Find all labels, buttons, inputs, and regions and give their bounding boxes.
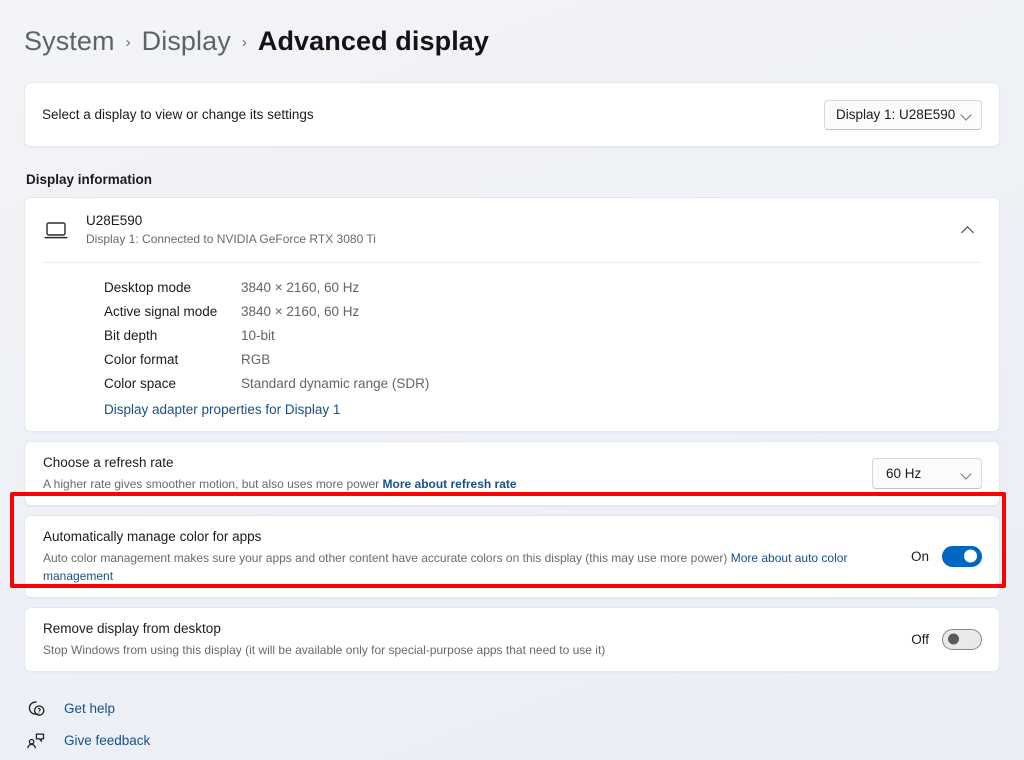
refresh-rate-value: 60 Hz [886, 465, 922, 481]
more-about-refresh-rate-link[interactable]: More about refresh rate [383, 477, 517, 491]
auto-color-control: On [909, 545, 982, 567]
breadcrumb-separator-icon: › [241, 34, 247, 51]
remove-display-description: Stop Windows from using this display (it… [43, 642, 606, 657]
chevron-up-icon[interactable] [954, 216, 982, 244]
detail-value: 3840 × 2160, 60 Hz [241, 304, 360, 319]
auto-color-title: Automatically manage color for apps [43, 528, 262, 544]
detail-label: Desktop mode [104, 280, 192, 295]
breadcrumb-separator-icon: › [125, 34, 131, 51]
display-selector-card: Select a display to view or change its s… [24, 82, 1000, 147]
refresh-rate-text: Choose a refresh rate A higher rate give… [43, 454, 872, 493]
detail-row-color-format: Color format RGB [104, 348, 999, 372]
display-adapter-properties-link[interactable]: Display adapter properties for Display 1 [104, 402, 340, 417]
auto-color-toggle[interactable] [942, 545, 982, 567]
detail-value: RGB [241, 352, 271, 367]
auto-color-toggle-state-label: On [910, 548, 929, 564]
chevron-down-icon [961, 468, 972, 479]
remove-display-toggle[interactable] [942, 628, 982, 650]
display-selector-dropdown[interactable]: Display 1: U28E590 [824, 99, 982, 130]
remove-display-setting: Remove display from desktop Stop Windows… [24, 606, 1000, 672]
feedback-person-icon [26, 731, 46, 751]
give-feedback-link[interactable]: Give feedback [64, 733, 150, 748]
detail-row-color-space: Color space Standard dynamic range (SDR) [104, 372, 999, 396]
auto-color-description: Auto color management makes sure your ap… [43, 549, 891, 585]
auto-color-management-setting: Automatically manage color for apps Auto… [24, 514, 1000, 598]
give-feedback-row[interactable]: Give feedback [26, 725, 1000, 757]
auto-color-description-text: Auto color management makes sure your ap… [43, 550, 728, 565]
get-help-link[interactable]: Get help [64, 701, 115, 716]
refresh-rate-setting: Choose a refresh rate A higher rate give… [24, 441, 1000, 506]
detail-value: Standard dynamic range (SDR) [241, 376, 430, 391]
breadcrumb-item-system[interactable]: System [24, 26, 115, 57]
display-name: U28E590 [86, 212, 143, 228]
detail-label: Bit depth [104, 328, 158, 343]
detail-label: Color format [104, 352, 179, 367]
detail-row-active-signal-mode: Active signal mode 3840 × 2160, 60 Hz [104, 300, 999, 324]
auto-color-text: Automatically manage color for apps Auto… [43, 528, 909, 585]
breadcrumb: System › Display › Advanced display [24, 0, 1000, 82]
detail-row-bit-depth: Bit depth 10-bit [104, 324, 999, 348]
display-information-heading: Display information [26, 172, 153, 187]
detail-row-desktop-mode: Desktop mode 3840 × 2160, 60 Hz [104, 276, 999, 300]
advanced-display-page: System › Display › Advanced display Sele… [0, 0, 1024, 760]
display-information-card: U28E590 Display 1: Connected to NVIDIA G… [24, 197, 1000, 432]
remove-display-toggle-state-label: Off [911, 631, 929, 647]
detail-label: Color space [104, 376, 177, 391]
toggle-knob [948, 633, 959, 645]
refresh-rate-control: 60 Hz [872, 457, 982, 489]
detail-value: 3840 × 2160, 60 Hz [241, 280, 360, 295]
footer-links: Get help Give feedback [24, 693, 1000, 757]
detail-value: 10-bit [241, 328, 275, 343]
refresh-rate-description: A higher rate gives smoother motion, but… [43, 475, 854, 493]
breadcrumb-item-display[interactable]: Display [142, 26, 231, 57]
display-information-header[interactable]: U28E590 Display 1: Connected to NVIDIA G… [25, 198, 999, 262]
chevron-down-icon [961, 109, 972, 120]
page-title: Advanced display [257, 25, 490, 56]
display-connection-info: Display 1: Connected to NVIDIA GeForce R… [86, 232, 376, 247]
refresh-rate-dropdown[interactable]: 60 Hz [872, 457, 982, 489]
display-selector-label: Select a display to view or change its s… [42, 107, 314, 122]
display-information-text: U28E590 Display 1: Connected to NVIDIA G… [86, 212, 954, 248]
remove-display-control: Off [909, 628, 982, 650]
monitor-icon [43, 217, 69, 243]
get-help-row[interactable]: Get help [26, 693, 1000, 725]
remove-display-title: Remove display from desktop [43, 620, 221, 636]
detail-label: Active signal mode [104, 304, 218, 319]
refresh-rate-title: Choose a refresh rate [43, 455, 174, 470]
help-question-icon [26, 699, 46, 719]
remove-display-text: Remove display from desktop Stop Windows… [43, 620, 909, 659]
display-selector-value: Display 1: U28E590 [836, 107, 956, 122]
display-details-list: Desktop mode 3840 × 2160, 60 Hz Active s… [25, 263, 999, 431]
refresh-rate-description-text: A higher rate gives smoother motion, but… [43, 476, 380, 491]
toggle-knob [964, 549, 977, 563]
